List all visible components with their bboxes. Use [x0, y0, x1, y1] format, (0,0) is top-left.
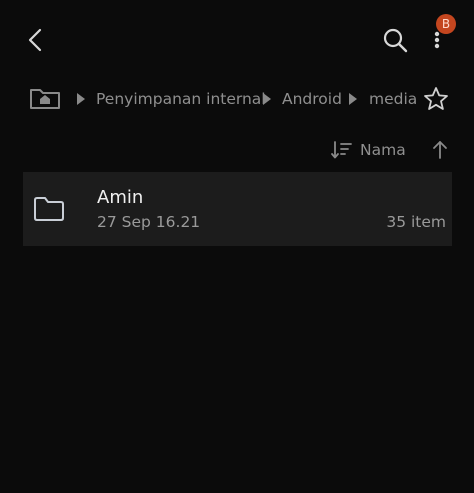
search-button[interactable] [381, 26, 409, 54]
breadcrumb-item-android[interactable]: Android [282, 89, 342, 109]
breadcrumb-item-penyimpanan-internal[interactable]: Penyimpanan internal [96, 89, 266, 109]
more-vertical-icon [434, 31, 440, 49]
breadcrumb-separator-icon [263, 93, 271, 105]
back-button[interactable] [22, 26, 50, 54]
star-outline-icon [424, 87, 448, 110]
home-breadcrumb-button[interactable] [28, 84, 62, 112]
breadcrumb-item-media[interactable]: media [369, 89, 417, 109]
sort-button[interactable] [331, 140, 353, 160]
chevron-left-icon [28, 28, 42, 52]
notification-badge: B [436, 14, 456, 34]
breadcrumb-separator-icon [77, 93, 85, 105]
sort-lines-icon [331, 141, 352, 159]
search-icon [383, 28, 408, 53]
sort-by-name-label[interactable]: Nama [360, 140, 406, 160]
file-item-count: 35 item [386, 213, 446, 231]
sort-direction-button[interactable] [430, 139, 450, 161]
file-date: 27 Sep 16.21 [97, 213, 201, 231]
folder-icon [34, 197, 64, 221]
arrow-up-icon [433, 141, 447, 159]
breadcrumb-separator-icon [349, 93, 357, 105]
home-folder-icon [30, 89, 60, 109]
file-list-item[interactable]: Amin 27 Sep 16.21 35 item [23, 172, 452, 246]
favorite-button[interactable] [423, 86, 449, 112]
file-name: Amin [97, 187, 144, 208]
